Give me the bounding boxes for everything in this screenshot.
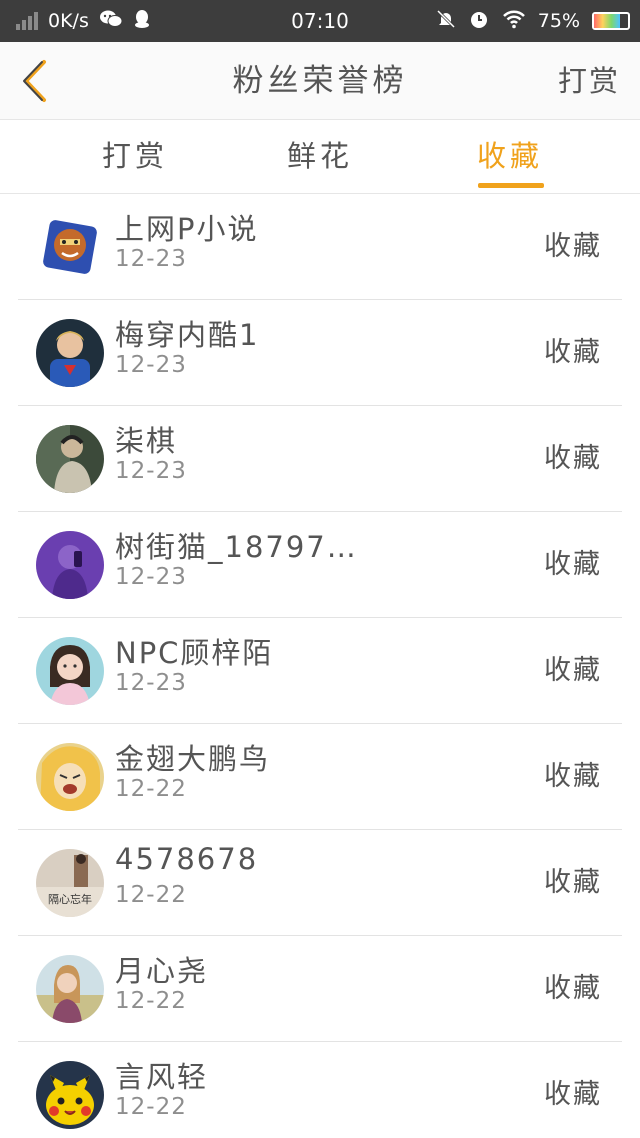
active-tab-indicator bbox=[478, 183, 544, 188]
reward-button[interactable]: 打赏 bbox=[558, 42, 620, 120]
avatar bbox=[36, 319, 104, 387]
fan-date: 12-22 bbox=[115, 776, 187, 802]
avatar bbox=[36, 955, 104, 1023]
status-bar: 0K/s 07:10 75% bbox=[0, 0, 640, 42]
fan-date: 12-22 bbox=[115, 988, 187, 1014]
fan-name: 树街猫_18797… bbox=[115, 530, 358, 564]
avatar bbox=[36, 213, 104, 281]
fan-date: 12-23 bbox=[115, 246, 187, 272]
avatar bbox=[36, 637, 104, 705]
favorite-label: 收藏 bbox=[544, 231, 602, 262]
fan-date: 12-22 bbox=[115, 1094, 187, 1120]
avatar: 隔心忘年 bbox=[36, 849, 104, 917]
favorite-label: 收藏 bbox=[544, 337, 602, 368]
tab-flowers[interactable]: 鲜花 bbox=[255, 121, 385, 194]
favorite-label: 收藏 bbox=[544, 1079, 602, 1110]
tab-reward[interactable]: 打赏 bbox=[70, 121, 200, 194]
status-right: 75% bbox=[436, 0, 630, 42]
header-bar: 粉丝荣誉榜 打赏 bbox=[0, 42, 640, 120]
fan-name: 金翅大鹏鸟 bbox=[115, 742, 271, 776]
avatar-text: 隔心忘年 bbox=[48, 892, 92, 906]
fan-name: 月心尧 bbox=[115, 954, 209, 988]
list-item[interactable]: 树街猫_18797… 12-23 收藏 bbox=[18, 512, 622, 618]
page-title: 粉丝荣誉榜 bbox=[232, 63, 408, 99]
avatar bbox=[36, 1061, 104, 1129]
fan-name: 梅穿内酷1 bbox=[115, 318, 260, 352]
list-item[interactable]: NPC顾梓陌 12-23 收藏 bbox=[18, 618, 622, 724]
avatar bbox=[36, 743, 104, 811]
favorite-label: 收藏 bbox=[544, 655, 602, 686]
fan-name: 柒棋 bbox=[115, 424, 178, 458]
list-item[interactable]: 隔心忘年 4578678 12-22 收藏 bbox=[18, 830, 622, 936]
favorite-label: 收藏 bbox=[544, 867, 602, 898]
fan-list: 上网P小说 12-23 收藏 梅穿内酷1 12-23 收藏 柒棋 12-23 收… bbox=[18, 194, 622, 1138]
favorite-label: 收藏 bbox=[544, 549, 602, 580]
fan-date: 12-23 bbox=[115, 458, 187, 484]
fan-name: 4578678 bbox=[115, 842, 259, 876]
battery-level: 75% bbox=[537, 10, 580, 32]
avatar bbox=[36, 425, 104, 493]
list-item[interactable]: 上网P小说 12-23 收藏 bbox=[18, 194, 622, 300]
list-item[interactable]: 言风轻 12-22 收藏 bbox=[18, 1042, 622, 1138]
list-item[interactable]: 柒棋 12-23 收藏 bbox=[18, 406, 622, 512]
avatar bbox=[36, 531, 104, 599]
favorite-label: 收藏 bbox=[544, 761, 602, 792]
favorite-label: 收藏 bbox=[544, 443, 602, 474]
battery-icon bbox=[592, 12, 630, 30]
fan-name: 上网P小说 bbox=[115, 212, 259, 246]
fan-name: 言风轻 bbox=[115, 1060, 209, 1094]
fan-date: 12-22 bbox=[115, 882, 187, 908]
list-item[interactable]: 梅穿内酷1 12-23 收藏 bbox=[18, 300, 622, 406]
wifi-icon bbox=[502, 9, 526, 34]
fan-date: 12-23 bbox=[115, 352, 187, 378]
fan-date: 12-23 bbox=[115, 670, 187, 696]
favorite-label: 收藏 bbox=[544, 973, 602, 1004]
mute-icon bbox=[436, 9, 456, 34]
list-item[interactable]: 金翅大鹏鸟 12-22 收藏 bbox=[18, 724, 622, 830]
alarm-icon bbox=[468, 8, 490, 35]
fan-date: 12-23 bbox=[115, 564, 187, 590]
fan-name: NPC顾梓陌 bbox=[115, 636, 274, 670]
tab-bar: 打赏 鲜花 收藏 bbox=[0, 121, 640, 194]
list-item[interactable]: 月心尧 12-22 收藏 bbox=[18, 936, 622, 1042]
